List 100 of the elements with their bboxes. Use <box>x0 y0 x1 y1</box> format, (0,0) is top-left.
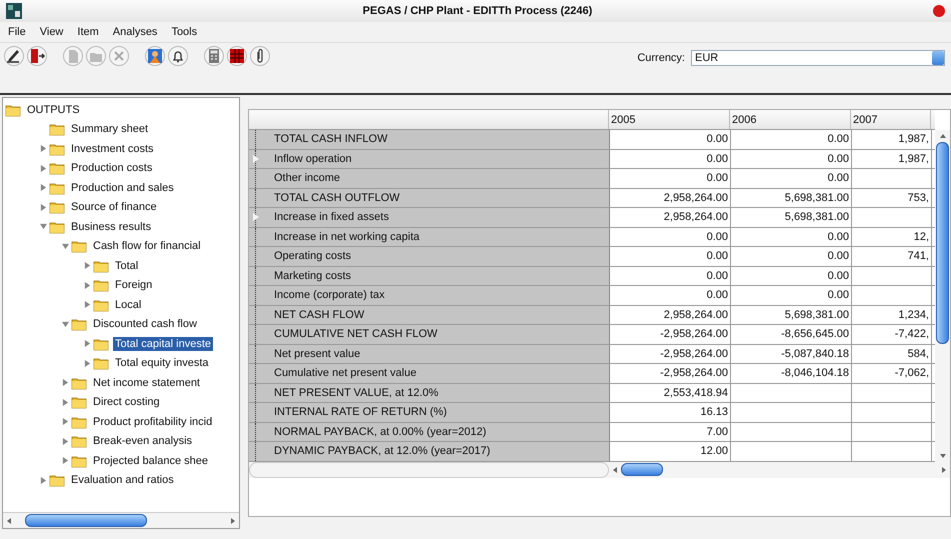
row-label: Marketing costs <box>274 270 352 282</box>
table-cell: 0.00 <box>731 150 852 168</box>
table-cell: 5,698,381.00 <box>731 208 852 226</box>
menu-item[interactable]: Tools <box>169 26 200 38</box>
bell-icon[interactable] <box>168 46 188 66</box>
row-label: Cumulative net present value <box>274 367 416 380</box>
tree-item[interactable]: Discounted cash flow <box>91 317 199 332</box>
tree-item[interactable]: OUTPUTS <box>25 102 82 117</box>
tree-item[interactable]: Local <box>113 298 144 312</box>
tree-item[interactable]: Foreign <box>113 278 154 292</box>
menu-item[interactable]: File <box>6 26 28 38</box>
collapsed-triangle-icon[interactable] <box>62 457 69 464</box>
table-cell: -2,958,264.00 <box>610 364 731 382</box>
row-label: NORMAL PAYBACK, at 0.00% (year=2012) <box>274 426 486 438</box>
door-icon[interactable] <box>27 46 47 66</box>
currency-select[interactable]: EUR <box>691 50 945 66</box>
tree-item[interactable]: Break-even analysis <box>91 434 194 448</box>
collapsed-triangle-icon[interactable] <box>84 360 91 367</box>
close-button[interactable] <box>933 5 945 17</box>
column-header[interactable]: 2005 <box>609 110 730 129</box>
menu-item[interactable]: Analyses <box>110 26 160 38</box>
collapsed-triangle-icon[interactable] <box>40 184 47 192</box>
collapsed-triangle-icon[interactable] <box>84 301 91 308</box>
expand-triangle-icon[interactable] <box>252 154 260 163</box>
menu-item[interactable]: View <box>38 26 66 38</box>
tree-item[interactable]: Total equity investa <box>113 356 211 370</box>
tree-item[interactable]: Business results <box>69 220 154 234</box>
table-cell: 0.00 <box>610 286 731 304</box>
table-cell: 0.00 <box>610 228 731 246</box>
collapsed-triangle-icon[interactable] <box>84 262 91 270</box>
scroll-thumb[interactable] <box>936 142 949 344</box>
scroll-arrow-icon[interactable] <box>5 516 13 524</box>
row-label: DYNAMIC PAYBACK, at 12.0% (year=2017) <box>274 445 490 458</box>
scroll-thumb[interactable] <box>25 514 147 527</box>
scroll-arrow-icon[interactable] <box>611 466 619 474</box>
grid-icon[interactable] <box>227 46 247 66</box>
collapsed-triangle-icon[interactable] <box>62 418 69 426</box>
scroll-thumb[interactable] <box>621 463 663 476</box>
edit-icon[interactable] <box>4 46 24 66</box>
menu-item[interactable]: Item <box>75 26 101 38</box>
collapsed-triangle-icon[interactable] <box>40 204 47 211</box>
expand-triangle-icon[interactable] <box>252 213 260 222</box>
table-cell: 0.00 <box>610 150 731 168</box>
scroll-arrow-icon[interactable] <box>938 132 946 140</box>
table-cell: 2,958,264.00 <box>610 306 731 324</box>
collapsed-triangle-icon[interactable] <box>84 340 91 348</box>
table-cell: 0.00 <box>731 286 852 304</box>
table-cell: 1,234, <box>852 306 932 324</box>
tree-item[interactable]: Production and sales <box>69 180 176 195</box>
person-icon[interactable] <box>145 46 165 66</box>
table-cell: 0.00 <box>731 247 852 266</box>
expanded-triangle-icon[interactable] <box>62 242 69 250</box>
table-cell: -5,087,840.18 <box>731 344 852 363</box>
collapsed-triangle-icon[interactable] <box>40 476 47 484</box>
tree-item[interactable]: Product profitability incid <box>91 414 214 429</box>
tree-item[interactable]: Cash flow for financial <box>91 239 203 254</box>
calculator-icon[interactable] <box>204 46 224 66</box>
scrollbar[interactable] <box>249 462 609 478</box>
table-cell: 7.00 <box>610 422 731 441</box>
scrollbar[interactable] <box>935 130 950 462</box>
table-cell: 0.00 <box>610 247 731 266</box>
table-cell: 2,958,264.00 <box>610 188 731 207</box>
tree-item[interactable]: Total capital investe <box>113 336 213 351</box>
column-header[interactable]: 2007 <box>851 110 931 129</box>
scrollbar[interactable] <box>3 512 239 528</box>
table-cell: 2,553,418.94 <box>610 384 731 402</box>
tree-item[interactable]: Projected balance shee <box>91 454 210 468</box>
collapsed-triangle-icon[interactable] <box>62 379 69 386</box>
table-cell: 0.00 <box>610 266 731 285</box>
window-title: PEGAS / CHP Plant - EDITTh Process (2246) <box>362 5 594 17</box>
scroll-arrow-icon[interactable] <box>229 516 237 524</box>
table-cell: 0.00 <box>731 266 852 285</box>
collapsed-triangle-icon[interactable] <box>62 438 69 445</box>
app-icon <box>6 3 22 19</box>
table-cell: -8,046,104.18 <box>731 364 852 382</box>
close-icon[interactable] <box>109 46 129 66</box>
tree-item[interactable]: Source of finance <box>69 200 159 214</box>
collapsed-triangle-icon[interactable] <box>40 145 47 152</box>
tree-item[interactable]: Net income statement <box>91 376 202 390</box>
row-label: Inflow operation <box>274 152 352 165</box>
row-label: Increase in net working capita <box>274 230 420 243</box>
column-header[interactable]: 2006 <box>730 110 851 129</box>
table-cell: 753, <box>852 188 932 207</box>
collapsed-triangle-icon[interactable] <box>62 398 69 406</box>
expanded-triangle-icon[interactable] <box>62 320 69 328</box>
paperclip-icon[interactable] <box>250 46 270 66</box>
tree-item[interactable]: Investment costs <box>69 142 156 156</box>
table-cell: -2,958,264.00 <box>610 325 731 344</box>
collapsed-triangle-icon[interactable] <box>40 164 47 172</box>
row-label: Net present value <box>274 348 360 360</box>
tree-item[interactable]: Total <box>113 258 140 273</box>
tree-item[interactable]: Summary sheet <box>69 122 150 136</box>
row-label: NET CASH FLOW <box>274 308 364 321</box>
tree-item[interactable]: Evaluation and ratios <box>69 473 176 488</box>
collapsed-triangle-icon[interactable] <box>84 282 91 289</box>
tree-item[interactable]: Direct costing <box>91 395 162 410</box>
expanded-triangle-icon[interactable] <box>40 223 47 230</box>
table-cell: 0.00 <box>610 169 731 188</box>
table-cell: 0.00 <box>731 130 852 148</box>
tree-item[interactable]: Production costs <box>69 161 154 176</box>
